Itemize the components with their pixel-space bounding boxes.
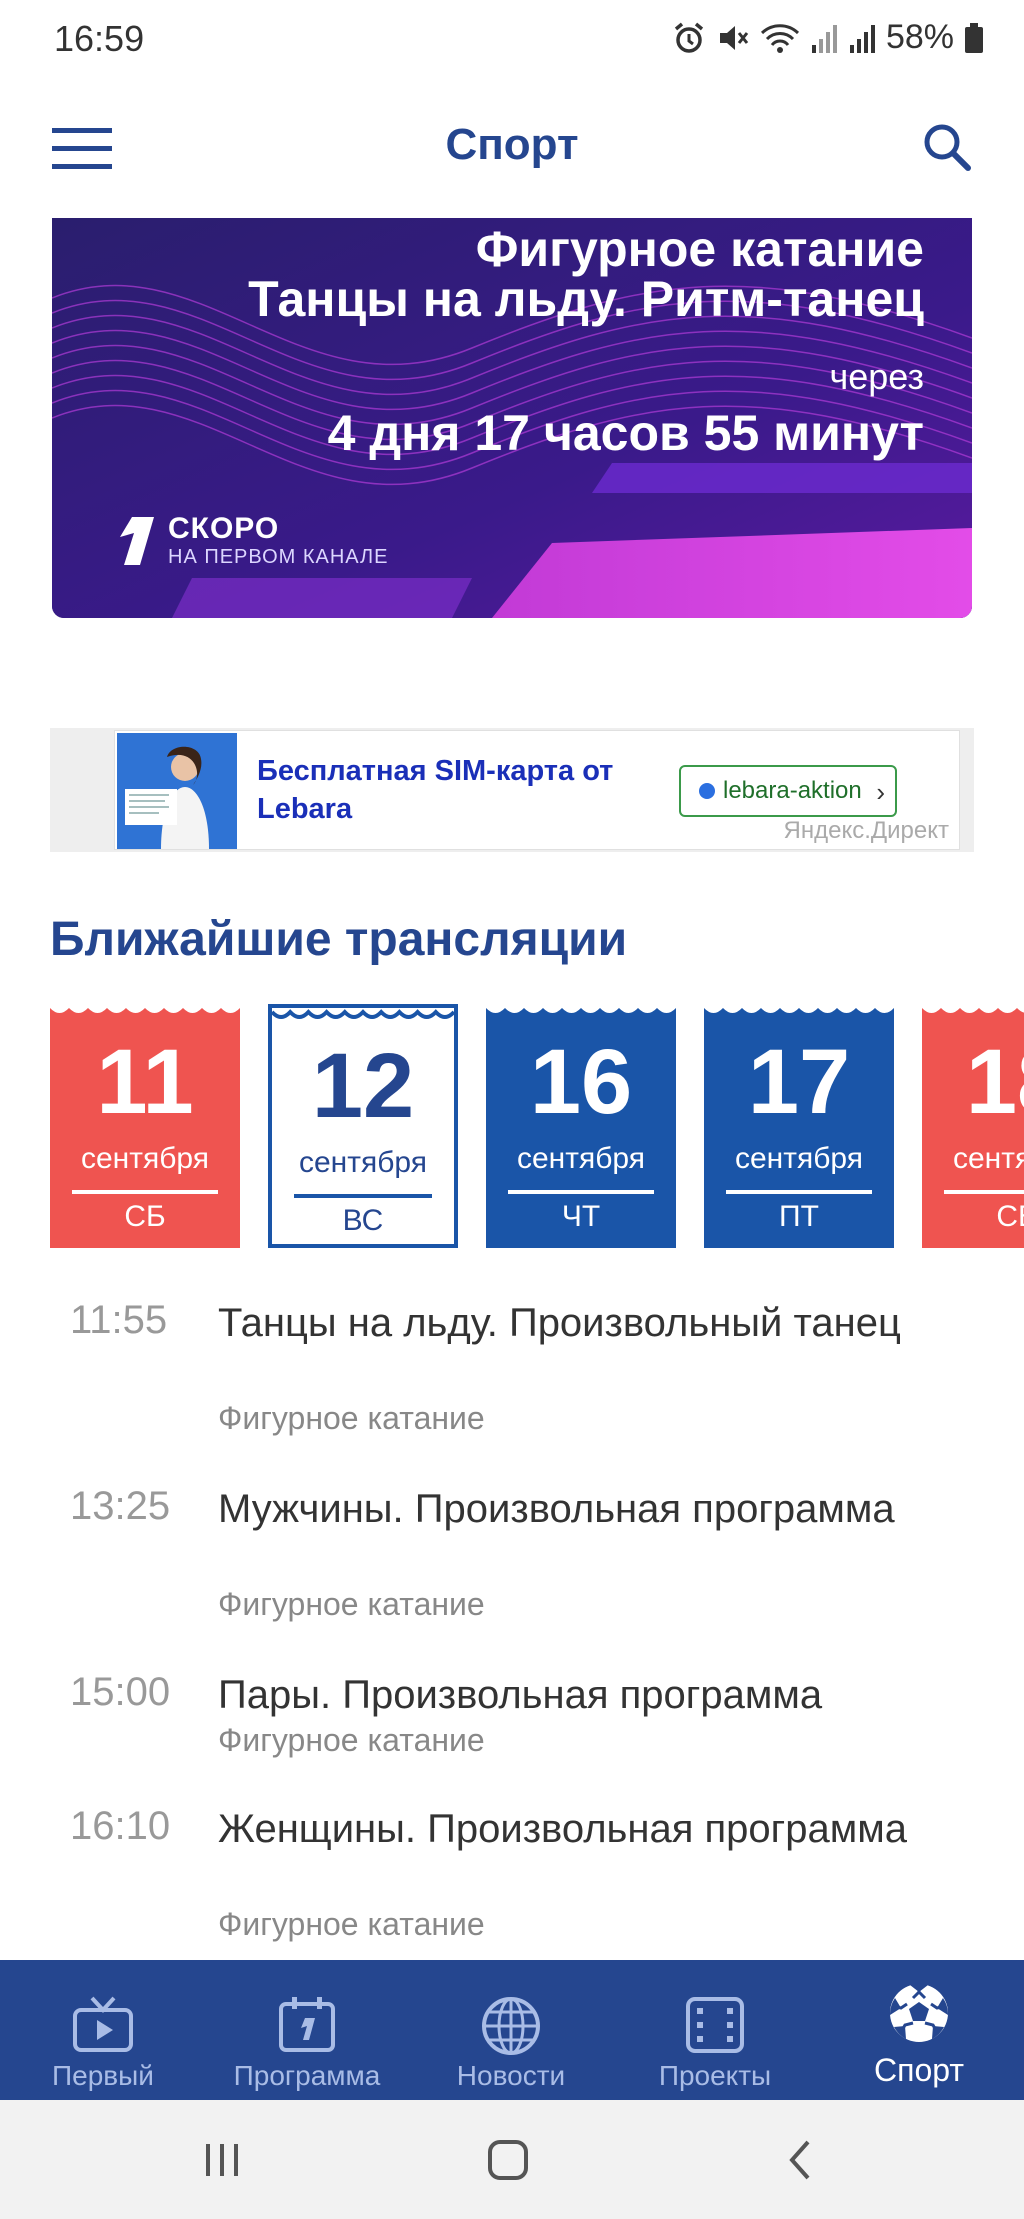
date-weekday: СБ [996, 1200, 1024, 1233]
back-icon[interactable] [780, 2138, 824, 2182]
date-card[interactable]: 16 сентября ЧТ [486, 1004, 676, 1248]
broadcast-time: 11:55 [70, 1298, 168, 1342]
home-icon[interactable] [486, 2138, 530, 2182]
recent-apps-icon[interactable] [200, 2138, 244, 2182]
scallop-edge [486, 1004, 676, 1013]
calendar-icon [279, 1997, 335, 2052]
promo-banner[interactable]: Фигурное катание Танцы на льду. Ритм-тан… [52, 218, 972, 618]
date-month: сентября [734, 1142, 863, 1175]
soccer-ball-icon [889, 1983, 949, 2042]
channel-one-logo: СКОРО НА ПЕРВОМ КАНАЛЕ [114, 512, 389, 569]
mute-icon [719, 25, 749, 50]
banner-logo-line2: НА ПЕРВОМ КАНАЛЕ [168, 546, 389, 568]
scallop-edge [50, 1004, 240, 1013]
banner-countdown: 4 дня 17 часов 55 минут [327, 405, 924, 461]
tab-sport[interactable]: Спорт [824, 1960, 1014, 2100]
broadcast-subtitle: Фигурное катание [218, 1722, 485, 1758]
tab-label: Спорт [874, 2052, 964, 2088]
date-weekday: ВС [342, 1204, 384, 1237]
ad-title: Бесплатная SIM-карта от Lebara [257, 755, 614, 825]
date-card-selected[interactable]: 12 сентября ВС [268, 1004, 458, 1248]
alarm-icon [674, 22, 704, 53]
tab-program[interactable]: Программа [212, 1960, 402, 2100]
date-card[interactable]: 11 сентября СБ [50, 1004, 240, 1248]
date-day-number: 18 [965, 1031, 1024, 1133]
ad-card[interactable]: Бесплатная SIM-карта от Lebara lebara-ak… [114, 730, 960, 850]
broadcast-subtitle: Фигурное катание [218, 1906, 485, 1942]
page-title: Спорт [445, 120, 579, 169]
date-day-number: 11 [96, 1031, 194, 1133]
ad-source: Яндекс.Директ [783, 817, 950, 844]
date-divider [508, 1190, 654, 1194]
date-day-number: 17 [747, 1031, 851, 1133]
tab-projects[interactable]: Проекты [620, 1960, 810, 2100]
tab-label: Проекты [658, 2060, 772, 2091]
broadcast-subtitle: Фигурное катание [218, 1400, 485, 1436]
film-icon [686, 1997, 744, 2053]
tv-icon [73, 1996, 133, 2052]
ad-link-dot-icon [699, 783, 715, 799]
tab-label: Программа [233, 2060, 381, 2091]
date-card[interactable]: 18 сентября СБ [922, 1004, 1024, 1248]
section-title: Ближайшие трансляции [50, 913, 628, 966]
ad-link-button[interactable]: lebara-aktion › [679, 765, 897, 817]
scallop-edge [704, 1004, 894, 1013]
date-month: сентября [80, 1142, 209, 1175]
broadcast-title: Танцы на льду. Произвольный танец [218, 1301, 901, 1345]
broadcast-time: 15:00 [70, 1670, 171, 1714]
ad-block: Бесплатная SIM-карта от Lebara lebara-ak… [50, 728, 974, 852]
date-month: сентября [516, 1142, 645, 1175]
battery-percent: 58% [885, 18, 954, 56]
signal-icon [849, 24, 875, 53]
banner-logo-line1: СКОРО [168, 512, 280, 545]
tab-news[interactable]: Новости [416, 1960, 606, 2100]
signal-icon [811, 24, 837, 53]
battery-icon [965, 22, 983, 53]
tab-label: Новости [456, 2060, 566, 2091]
date-month: сентября [298, 1146, 427, 1179]
date-divider [72, 1190, 218, 1194]
banner-event: Танцы на льду. Ритм-танец [248, 271, 924, 327]
broadcast-subtitle: Фигурное катание [218, 1586, 485, 1622]
broadcast-title: Пары. Произвольная программа [218, 1673, 823, 1717]
date-card[interactable]: 17 сентября ПТ [704, 1004, 894, 1248]
date-day-number: 12 [311, 1035, 415, 1137]
broadcast-time: 13:25 [70, 1484, 171, 1528]
system-navigation-bar [0, 2100, 1024, 2219]
channel-one-logo-icon [120, 516, 154, 565]
status-bar: 16:59 58% [0, 0, 1024, 80]
broadcast-time: 16:10 [70, 1804, 171, 1848]
date-divider [944, 1190, 1024, 1194]
date-weekday: ЧТ [561, 1200, 601, 1233]
status-icons: 58% [672, 18, 984, 57]
tab-label: Первый [52, 2060, 154, 2091]
broadcast-title: Мужчины. Произвольная программа [218, 1487, 895, 1531]
date-divider [726, 1190, 872, 1194]
scallop-edge [272, 1009, 454, 1019]
chevron-right-icon: › [872, 777, 885, 808]
date-day-number: 16 [529, 1031, 633, 1133]
tab-first[interactable]: Первый [8, 1960, 198, 2100]
scallop-edge [922, 1004, 1024, 1013]
globe-icon [482, 1997, 540, 2055]
date-weekday: СБ [124, 1200, 166, 1233]
status-time: 16:59 [54, 18, 145, 59]
bottom-tab-bar: Первый Программа Новости Проекты Спорт [0, 1960, 1024, 2100]
search-icon[interactable] [922, 122, 972, 172]
app-header: Спорт [0, 100, 1024, 200]
banner-through: через [829, 356, 924, 397]
wifi-icon [760, 23, 799, 53]
date-month: сентября [952, 1142, 1024, 1175]
date-divider [294, 1194, 432, 1198]
date-weekday: ПТ [779, 1200, 819, 1233]
broadcast-title: Женщины. Произвольная программа [218, 1807, 907, 1851]
date-selector: 11 сентября СБ 12 сентября ВС 16 сентябр… [0, 1004, 1024, 1248]
ad-image [117, 733, 237, 849]
ad-link-label: lebara-aktion [723, 777, 862, 804]
